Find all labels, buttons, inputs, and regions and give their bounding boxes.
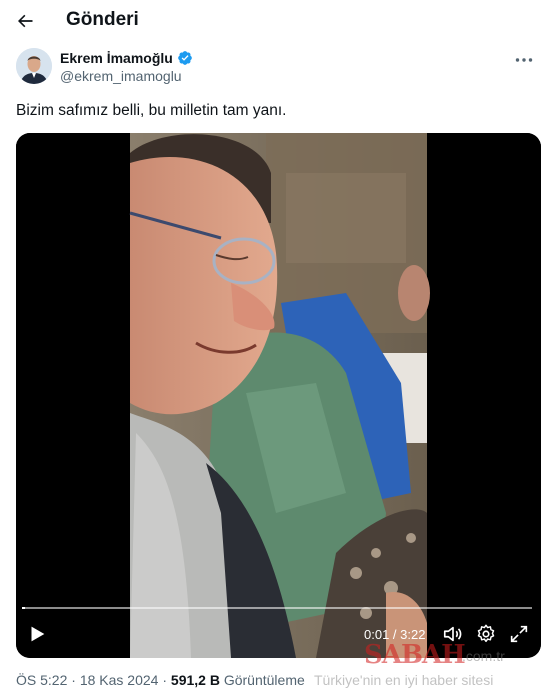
back-button[interactable]: [10, 6, 40, 36]
meta-separator: ·: [162, 672, 168, 688]
page-title: Gönderi: [66, 9, 139, 30]
verified-badge-icon: [177, 51, 192, 65]
tweet-author: Ekrem İmamoğlu @ekrem_imamoglu: [16, 46, 536, 92]
author-handle[interactable]: @ekrem_imamoglu: [60, 68, 182, 84]
volume-icon: [443, 626, 462, 642]
tweet-meta: ÖS 5:22 · 18 Kas 2024 · 591,2 B Görüntül…: [16, 672, 305, 688]
arrow-left-icon: [18, 14, 33, 28]
video-player[interactable]: 0:01 / 3:22: [16, 133, 541, 658]
play-button[interactable]: [26, 623, 48, 645]
play-icon: [31, 626, 45, 642]
avatar[interactable]: [16, 48, 52, 84]
fullscreen-icon: [510, 625, 528, 643]
more-dots-icon: [515, 58, 533, 62]
settings-icon: [477, 624, 495, 643]
author-name[interactable]: Ekrem İmamoğlu: [60, 50, 173, 66]
top-bar: Gönderi: [0, 0, 550, 42]
avatar-image: [16, 48, 52, 84]
settings-button[interactable]: [475, 623, 497, 645]
video-frame: [16, 133, 541, 658]
meta-separator: ·: [71, 672, 76, 688]
tweet-date[interactable]: 18 Kas 2024: [80, 672, 159, 688]
views-count: 591,2 B: [170, 672, 220, 688]
progress-fill: [22, 607, 25, 609]
more-options-button[interactable]: [512, 50, 536, 70]
watermark-tagline: Türkiye'nin en iyi haber sitesi: [314, 672, 494, 688]
progress-bar[interactable]: [22, 607, 532, 609]
views-label: Görüntüleme: [223, 672, 305, 688]
tweet-time[interactable]: ÖS 5:22: [16, 672, 67, 688]
fullscreen-button[interactable]: [508, 623, 530, 645]
video-time: 0:01 / 3:22: [364, 627, 426, 642]
volume-button[interactable]: [442, 623, 464, 645]
tweet-text: Bizim safımız belli, bu milletin tam yan…: [16, 102, 287, 119]
